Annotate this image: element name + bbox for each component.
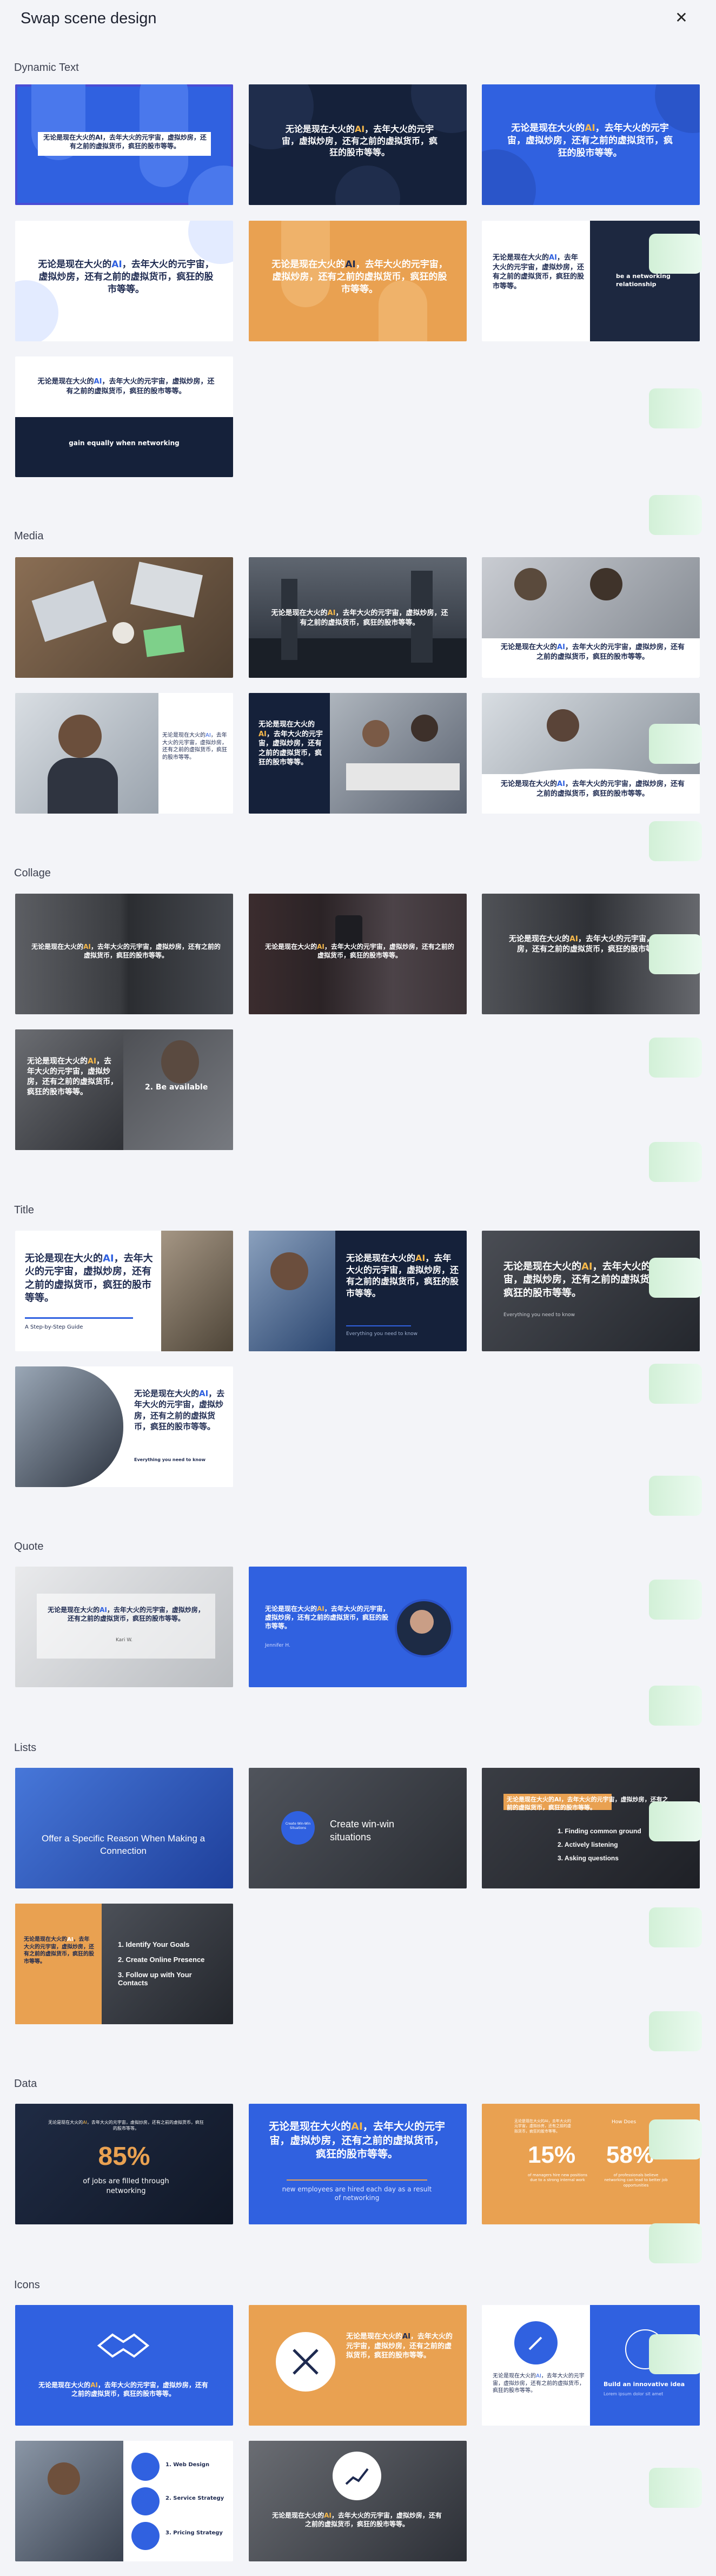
modal-title: Swap scene design <box>21 10 157 27</box>
scene-thumb-collage-1[interactable]: 无论是现在大火的AI，去年大火的元宇宙，虚拟炒房，还有之前的虚拟货币，疯狂的股市… <box>15 894 233 1014</box>
scene-thumb-icons-5[interactable]: 无论是现在大火的AI，去年大火的元宇宙，虚拟炒房，还有之前的虚拟货币，疯狂的股市… <box>249 2441 467 2561</box>
scene-thumb-lists-2[interactable]: Create Win-Win Situations Create win-win… <box>249 1768 467 1888</box>
scene-text: 无论是现在大火的AI，去年大火的元宇宙，虚拟炒房，还有之前的虚拟货币，疯狂的股市… <box>43 134 207 150</box>
section-title-dynamic-text: Dynamic Text <box>14 62 79 74</box>
handshake-icon <box>97 2333 150 2358</box>
section-title-icons: Icons <box>14 2279 40 2291</box>
close-icon[interactable]: ✕ <box>673 10 690 26</box>
scene-side-text: be a networking relationship <box>616 273 671 288</box>
section-title-media: Media <box>14 530 44 542</box>
scene-thumb-quote-1[interactable]: 无论是现在大火的AI，去年大火的元宇宙，虚拟炒房，还有之前的虚拟货币，疯狂的股市… <box>15 1567 233 1687</box>
pencil-icon <box>528 2336 542 2350</box>
scene-thumb-quote-2[interactable]: 无论是现在大火的AI，去年大火的元宇宙，虚拟炒房，还有之前的虚拟货币，疯狂的股市… <box>249 1567 467 1687</box>
tools-icon <box>293 2349 319 2375</box>
scene-thumb-media-2[interactable]: 无论是现在大火的AI，去年大火的元宇宙，虚拟炒房，还有之前的虚拟货币，疯狂的股市… <box>249 557 467 678</box>
scene-thumb-icons-4[interactable]: 1. Web Design 2. Service Strategy 3. Pri… <box>15 2441 233 2561</box>
scene-thumb-lists-1[interactable]: Offer a Specific Reason When Making a Co… <box>15 1768 233 1888</box>
scene-thumb-collage-4[interactable]: 无论是现在大火的AI，去年大火的元宇宙，虚拟炒房，还有之前的虚拟货币，疯狂的股市… <box>15 1029 233 1150</box>
section-title-lists: Lists <box>14 1742 37 1754</box>
scene-thumb-data-1[interactable]: 无论是现在大火的AI，去年大火的元宇宙，虚拟炒房，还有之前的虚拟货币，疯狂的股市… <box>15 2104 233 2224</box>
scene-thumb-title-1[interactable]: 无论是现在大火的AI，去年大火的元宇宙，虚拟炒房，还有之前的虚拟货币，疯狂的股市… <box>15 1231 233 1351</box>
scene-thumb-icons-1[interactable]: 无论是现在大火的AI，去年大火的元宇宙，虚拟炒房，还有之前的虚拟货币，疯狂的股市… <box>15 2305 233 2426</box>
scene-thumb-dynamic-2[interactable]: 无论是现在大火的AI，去年大火的元宇宙，虚拟炒房，还有之前的虚拟货币，疯狂的股市… <box>249 84 467 205</box>
scene-thumb-data-2[interactable]: 无论是现在大火的AI，去年大火的元宇宙，虚拟炒房，还有之前的虚拟货币，疯狂的股市… <box>249 2104 467 2224</box>
scene-thumb-collage-2[interactable]: 无论是现在大火的AI，去年大火的元宇宙，虚拟炒房，还有之前的虚拟货币，疯狂的股市… <box>249 894 467 1014</box>
modal-header: Swap scene design ✕ <box>0 0 716 39</box>
scene-thumb-icons-2[interactable]: 无论是现在大火的AI，去年大火的元宇宙，虚拟炒房，还有之前的虚拟货币，疯狂的股市… <box>249 2305 467 2426</box>
section-title-quote: Quote <box>14 1541 44 1553</box>
scene-thumb-dynamic-4[interactable]: 无论是现在大火的AI，去年大火的元宇宙，虚拟炒房，还有之前的虚拟货币，疯狂的股市… <box>15 221 233 341</box>
section-title-data: Data <box>14 2078 37 2090</box>
scene-thumb-dynamic-5[interactable]: 无论是现在大火的AI，去年大火的元宇宙，虚拟炒房，还有之前的虚拟货币，疯狂的股市… <box>249 221 467 341</box>
chart-up-icon <box>345 2468 369 2485</box>
scene-thumb-lists-4[interactable]: 无论是现在大火的AI，去年大火的元宇宙，虚拟炒房，还有之前的虚拟货币，疯狂的股市… <box>15 1904 233 2024</box>
scene-thumb-media-3[interactable]: 无论是现在大火的AI，去年大火的元宇宙，虚拟炒房，还有之前的虚拟货币，疯狂的股市… <box>482 557 700 678</box>
scene-thumb-dynamic-7[interactable]: 无论是现在大火的AI，去年大火的元宇宙，虚拟炒房，还有之前的虚拟货币，疯狂的股市… <box>15 356 233 477</box>
scene-thumb-title-4[interactable]: 无论是现在大火的AI，去年大火的元宇宙，虚拟炒房，还有之前的虚拟货币，疯狂的股市… <box>15 1366 233 1487</box>
scene-thumb-title-2[interactable]: 无论是现在大火的AI，去年大火的元宇宙，虚拟炒房，还有之前的虚拟货币，疯狂的股市… <box>249 1231 467 1351</box>
scene-thumb-dynamic-1[interactable]: 无论是现在大火的AI，去年大火的元宇宙，虚拟炒房，还有之前的虚拟货币，疯狂的股市… <box>15 84 233 205</box>
section-title-collage: Collage <box>14 867 51 879</box>
section-title-title: Title <box>14 1204 35 1216</box>
scene-thumb-dynamic-3[interactable]: 无论是现在大火的AI，去年大火的元宇宙，虚拟炒房，还有之前的虚拟货币，疯狂的股市… <box>482 84 700 205</box>
scene-thumb-media-4[interactable]: 无论是现在大火的AI，去年大火的元宇宙，虚拟炒房，还有之前的虚拟货币，疯狂的股市… <box>15 693 233 814</box>
scene-thumb-media-1[interactable] <box>15 557 233 678</box>
scene-thumb-media-5[interactable]: 无论是现在大火的AI，去年大火的元宇宙，虚拟炒房，还有之前的虚拟货币，疯狂的股市… <box>249 693 467 814</box>
